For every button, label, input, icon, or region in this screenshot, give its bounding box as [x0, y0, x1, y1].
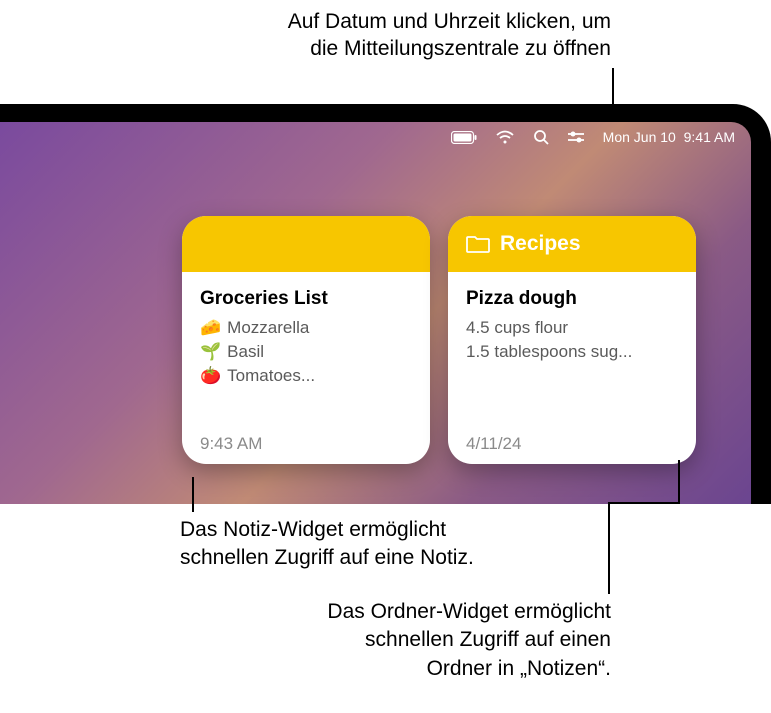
callout-mid-text-2: schnellen Zugriff auf eine Notiz. — [180, 544, 474, 572]
callout-mid-text-1: Das Notiz-Widget ermöglicht — [180, 516, 474, 544]
laptop-frame: Mon Jun 10 9:41 AM Groceries List 🧀 Mozz… — [0, 104, 771, 504]
callout-bottom-text-2: schnellen Zugriff auf einen — [327, 626, 611, 654]
note-widget-header — [182, 216, 430, 272]
list-item: 🧀 Mozzarella — [200, 316, 412, 340]
folder-widget-lines: 4.5 cups flour 1.5 tablespoons sug... — [466, 316, 678, 364]
callout-top: Auf Datum und Uhrzeit klicken, um die Mi… — [288, 8, 611, 63]
list-item-text: Mozzarella — [227, 316, 309, 340]
callout-leader-bottom-v2 — [608, 502, 610, 594]
list-item: 🍅 Tomatoes... — [200, 364, 412, 388]
menubar: Mon Jun 10 9:41 AM — [0, 122, 751, 152]
folder-widget-header: Recipes — [448, 216, 696, 272]
callout-leader-mid — [192, 477, 194, 512]
note-widget-items: 🧀 Mozzarella 🌱 Basil 🍅 Tomatoes... — [200, 316, 412, 387]
folder-widget-timestamp: 4/11/24 — [466, 424, 678, 454]
folder-line-1: 4.5 cups flour — [466, 316, 678, 340]
note-widget-title: Groceries List — [200, 288, 412, 310]
list-item-text: Basil — [227, 340, 264, 364]
cheese-icon: 🧀 — [200, 316, 221, 340]
folder-line-2: 1.5 tablespoons sug... — [466, 340, 678, 364]
callout-leader-bottom-h — [610, 502, 680, 504]
callout-bottom: Das Ordner-Widget ermöglicht schnellen Z… — [327, 598, 611, 683]
callout-top-text-1: Auf Datum und Uhrzeit klicken, um — [288, 8, 611, 35]
menubar-datetime[interactable]: Mon Jun 10 9:41 AM — [603, 129, 735, 145]
control-center-icon[interactable] — [567, 130, 585, 144]
widgets-area: Groceries List 🧀 Mozzarella 🌱 Basil 🍅 — [182, 216, 696, 464]
spotlight-icon[interactable] — [533, 129, 549, 145]
wifi-icon[interactable] — [495, 130, 515, 144]
note-widget-body: Groceries List 🧀 Mozzarella 🌱 Basil 🍅 — [182, 272, 430, 464]
notes-folder-widget[interactable]: Recipes Pizza dough 4.5 cups flour 1.5 t… — [448, 216, 696, 464]
callout-top-text-2: die Mitteilungszentrale zu öffnen — [288, 35, 611, 62]
note-widget-timestamp: 9:43 AM — [200, 424, 412, 454]
battery-icon[interactable] — [451, 131, 477, 144]
menubar-time: 9:41 AM — [684, 129, 735, 145]
folder-icon — [466, 234, 490, 254]
seedling-icon: 🌱 — [200, 340, 221, 364]
callout-leader-bottom-v1 — [678, 460, 680, 502]
callout-bottom-text-1: Das Ordner-Widget ermöglicht — [327, 598, 611, 626]
folder-widget-body: Pizza dough 4.5 cups flour 1.5 tablespoo… — [448, 272, 696, 464]
desktop-screen: Mon Jun 10 9:41 AM Groceries List 🧀 Mozz… — [0, 122, 751, 504]
notes-note-widget[interactable]: Groceries List 🧀 Mozzarella 🌱 Basil 🍅 — [182, 216, 430, 464]
folder-widget-title: Pizza dough — [466, 288, 678, 310]
list-item: 🌱 Basil — [200, 340, 412, 364]
menubar-date: Mon Jun 10 — [603, 129, 676, 145]
list-item-text: Tomatoes... — [227, 364, 315, 388]
callout-mid: Das Notiz-Widget ermöglicht schnellen Zu… — [180, 516, 474, 573]
tomato-icon: 🍅 — [200, 364, 221, 388]
callout-bottom-text-3: Ordner in „Notizen“. — [327, 655, 611, 683]
folder-widget-header-title: Recipes — [500, 232, 581, 256]
